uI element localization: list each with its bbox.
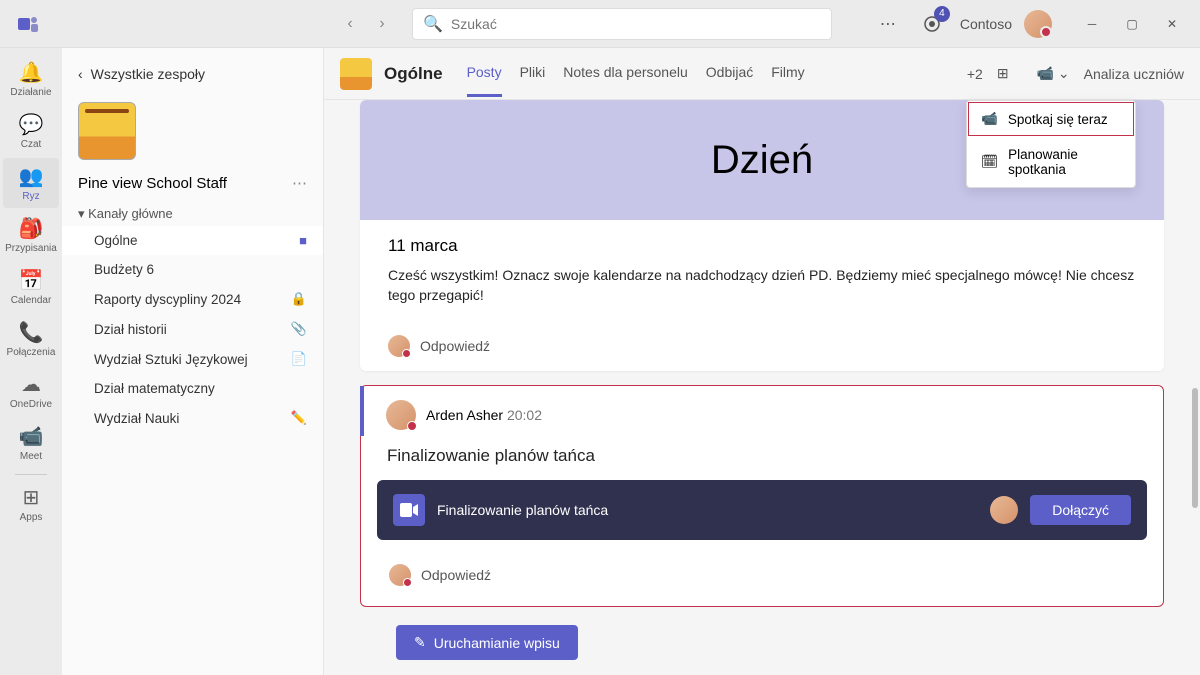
avatar-icon xyxy=(389,564,411,586)
nav-back-button[interactable]: ‹ xyxy=(336,10,364,38)
author-avatar[interactable] xyxy=(386,400,416,430)
search-icon: 🔍 xyxy=(423,14,443,34)
search-box[interactable]: 🔍 xyxy=(412,8,832,40)
people-icon: 👥 xyxy=(3,164,59,189)
rail-teams[interactable]: 👥Ryz xyxy=(3,158,59,208)
minimize-button[interactable]: ─ xyxy=(1072,8,1112,40)
join-button[interactable]: Dołączyć xyxy=(1030,495,1131,525)
meet-dropdown: 📹 Spotkaj się teraz 🗓 Planowanie spotkan… xyxy=(966,100,1136,188)
video-icon: 📹 xyxy=(3,424,59,449)
team-more-icon[interactable]: ⋯ xyxy=(292,174,307,192)
scrollbar[interactable] xyxy=(1192,388,1198,508)
channel-historia[interactable]: Dział historii📎 xyxy=(62,314,323,344)
calendar-plus-icon: 🗓 xyxy=(981,154,998,170)
team-name-label: Pine view School Staff xyxy=(78,175,227,192)
attachment-icon: 📎 xyxy=(291,321,307,337)
post-card-2: Arden Asher 20:02 Finalizowanie planów t… xyxy=(360,385,1164,607)
post1-date: 11 marca xyxy=(388,236,1136,256)
pencil-icon: ✏️ xyxy=(291,410,307,426)
tab-notes[interactable]: Notes dla personelu xyxy=(563,50,688,97)
user-avatar[interactable] xyxy=(1024,10,1052,38)
post1-body: Cześć wszystkim! Oznacz swoje kalendarze… xyxy=(388,266,1136,305)
post1-reply[interactable]: Odpowiedź xyxy=(360,321,1164,371)
teams-logo-icon xyxy=(16,12,40,36)
avatar-icon xyxy=(388,335,410,357)
post2-reply[interactable]: Odpowiedź xyxy=(361,550,1163,600)
maximize-button[interactable]: ▢ xyxy=(1112,8,1152,40)
back-all-teams[interactable]: ‹ Wszystkie zespoły xyxy=(62,60,323,88)
tab-odbijac[interactable]: Odbijać xyxy=(706,50,753,97)
plus-box-icon: ⊞ xyxy=(3,485,59,510)
add-tab-icon[interactable]: ⊞ xyxy=(997,65,1009,82)
rail-onedrive[interactable]: ☁OneDrive xyxy=(3,366,59,416)
rail-meet[interactable]: 📹Meet xyxy=(3,418,59,468)
chevron-left-icon: ‹ xyxy=(78,66,83,82)
rail-calls[interactable]: 📞Połączenia xyxy=(3,314,59,364)
notifications-icon[interactable]: 4 xyxy=(916,8,948,40)
lock-icon: 🔒 xyxy=(291,291,307,307)
team-avatar[interactable] xyxy=(78,102,136,160)
compose-icon: ✎ xyxy=(414,634,426,651)
cloud-icon: ☁ xyxy=(3,372,59,397)
analysis-link[interactable]: Analiza uczniów xyxy=(1084,66,1184,82)
rail-apps[interactable]: ⊞Apps xyxy=(3,479,59,529)
camera-icon[interactable]: 📹 ⌄ xyxy=(1037,65,1070,82)
video-fill-icon xyxy=(393,494,425,526)
tab-filmy[interactable]: Filmy xyxy=(771,50,804,97)
nav-forward-button[interactable]: › xyxy=(368,10,396,38)
participant-avatar[interactable] xyxy=(990,496,1018,524)
bell-icon: 🔔 xyxy=(3,60,59,85)
notification-badge: 4 xyxy=(934,6,950,22)
channel-jezykowa[interactable]: Wydział Sztuki Językowej📄 xyxy=(62,344,323,374)
close-button[interactable]: ✕ xyxy=(1152,8,1192,40)
phone-icon: 📞 xyxy=(3,320,59,345)
channel-budzety[interactable]: Budżety 6 xyxy=(62,255,323,284)
post2-title: Finalizowanie planów tańca xyxy=(361,436,1163,480)
author-name[interactable]: Arden Asher 20:02 xyxy=(426,407,542,423)
rail-chat[interactable]: 💬Czat xyxy=(3,106,59,156)
channel-title: Ogólne xyxy=(384,64,443,84)
chat-icon: 💬 xyxy=(3,112,59,137)
compose-post-button[interactable]: ✎ Uruchamianie wpisu xyxy=(396,625,578,660)
org-name: Contoso xyxy=(960,16,1012,32)
tab-pliki[interactable]: Pliki xyxy=(520,50,546,97)
calendar-icon: 📅 xyxy=(3,268,59,293)
channel-matematyka[interactable]: Dział matematyczny xyxy=(62,374,323,403)
rail-activity[interactable]: 🔔Działanie xyxy=(3,54,59,104)
meeting-card: Finalizowanie planów tańca Dołączyć xyxy=(377,480,1147,540)
rail-assignments[interactable]: 🎒Przypisania xyxy=(3,210,59,260)
channel-sidebar: ‹ Wszystkie zespoły Pine view School Sta… xyxy=(62,48,324,675)
more-icon[interactable]: ⋯ xyxy=(872,8,904,40)
meeting-title: Finalizowanie planów tańca xyxy=(437,502,978,518)
video-icon: ■ xyxy=(299,233,307,248)
video-icon: 📹 xyxy=(981,111,998,127)
channel-ogolne[interactable]: Ogólne■ xyxy=(62,226,323,255)
backpack-icon: 🎒 xyxy=(3,216,59,241)
meet-now-option[interactable]: 📹 Spotkaj się teraz xyxy=(967,101,1135,137)
schedule-meeting-option[interactable]: 🗓 Planowanie spotkania xyxy=(967,137,1135,187)
rail-calendar[interactable]: 📅Calendar xyxy=(3,262,59,312)
channel-raporty[interactable]: Raporty dyscypliny 2024🔒 xyxy=(62,284,323,314)
search-input[interactable] xyxy=(451,16,821,32)
doc-icon: 📄 xyxy=(291,351,307,367)
channel-nauka[interactable]: Wydział Nauki✏️ xyxy=(62,403,323,433)
more-tabs[interactable]: +2 xyxy=(967,66,983,82)
rail-separator xyxy=(15,474,47,475)
channels-header[interactable]: ▾ Kanały główne xyxy=(62,202,323,226)
tab-posty[interactable]: Posty xyxy=(467,50,502,97)
app-rail: 🔔Działanie 💬Czat 👥Ryz 🎒Przypisania 📅Cale… xyxy=(0,48,62,675)
channel-logo xyxy=(340,58,372,90)
